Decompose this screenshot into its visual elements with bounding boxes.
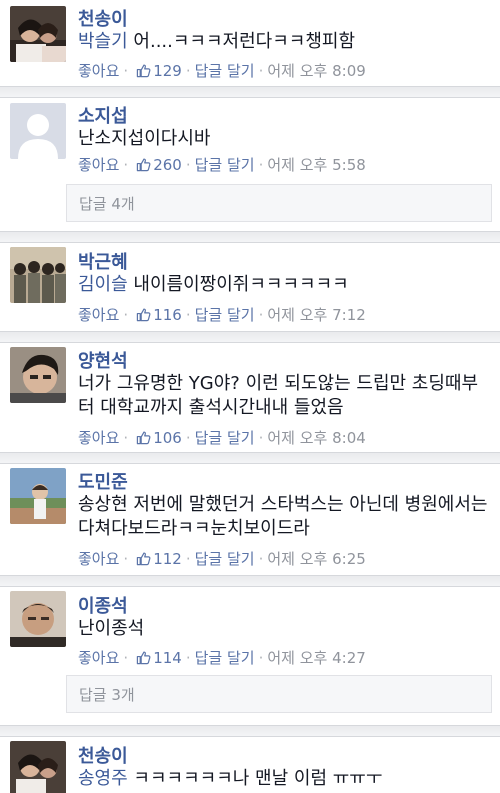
timestamp: 어제 오후 4:27 [267,649,366,667]
comment-text: 김이슬 내이름이짱이쥐ㅋㅋㅋㅋㅋㅋ [78,274,349,295]
comment-text: 난소지섭이다시바 [78,128,211,149]
timestamp: 어제 오후 8:04 [267,429,366,447]
reply-link[interactable]: 답글 달기 [195,647,255,668]
reply-link[interactable]: 답글 달기 [195,60,255,81]
comment-item: 이종석 난이종석 좋아요 · 114 · 답글 달기 · 어제 오후 4:27 … [0,587,500,725]
timestamp: 어제 오후 7:12 [267,306,366,324]
avatar[interactable] [10,103,66,159]
like-link[interactable]: 좋아요 [78,304,119,325]
comment-text: 너가 그유명한 YG야? 이런 되도않는 드립만 초딩때부터 대학교까지 출석시… [78,373,479,418]
like-count[interactable]: 114 [153,649,182,667]
comment-item: 박근혜 김이슬 내이름이짱이쥐ㅋㅋㅋㅋㅋㅋ 좋아요 · 116 · 답글 달기 … [0,243,500,333]
commenter-name[interactable]: 천송이 [78,5,128,31]
comment-text: 송상현 저번에 말했던거 스타벅스는 아닌데 병원에서는 다쳐다보드라ㅋㅋ눈치보… [78,494,488,539]
replies-count-label: 답글 3개 [79,686,135,704]
commenter-name[interactable]: 양현석 [78,347,128,373]
comment-item: 소지섭 난소지섭이다시바 좋아요 · 260 · 답글 달기 · 어제 오후 5… [0,98,500,233]
avatar[interactable] [10,247,66,303]
thumb-up-icon [136,63,151,78]
commenter-name[interactable]: 박근혜 [78,248,128,274]
view-replies-button[interactable]: 답글 3개 [66,675,492,713]
reply-link[interactable]: 답글 달기 [195,154,255,175]
like-count[interactable]: 106 [153,429,182,447]
timestamp: 어제 오후 8:09 [267,62,366,80]
comment-meta: 좋아요 · 106 · 답글 달기 · 어제 오후 8:04 [78,427,366,448]
like-link[interactable]: 좋아요 [78,60,119,81]
thumb-up-icon [136,551,151,566]
avatar[interactable] [10,468,66,524]
avatar[interactable] [10,741,66,793]
thumb-up-icon [136,157,151,172]
commenter-name[interactable]: 도민준 [78,468,128,494]
like-count[interactable]: 112 [153,550,182,568]
comment-meta: 좋아요 · 114 · 답글 달기 · 어제 오후 4:27 [78,647,366,668]
comment-item: 천송이 박슬기 어....ㅋㅋㅋ저런다ㅋㅋ챙피함 좋아요 · 129 · 답글 … [0,0,500,88]
comment-feed: 천송이 박슬기 어....ㅋㅋㅋ저런다ㅋㅋ챙피함 좋아요 · 129 · 답글 … [0,0,500,793]
replies-count-label: 답글 4개 [79,195,135,213]
tagged-friend[interactable]: 박슬기 [78,31,128,52]
timestamp: 어제 오후 5:58 [267,156,366,174]
like-link[interactable]: 좋아요 [78,427,119,448]
avatar[interactable] [10,6,66,62]
thumb-up-icon [136,650,151,665]
tagged-friend[interactable]: 송영주 [78,768,128,789]
comment-text: 난이종석 [78,618,145,639]
commenter-name[interactable]: 천송이 [78,742,128,768]
comment-divider [0,331,500,343]
comment-meta: 좋아요 · 112 · 답글 달기 · 어제 오후 6:25 [78,548,366,569]
commenter-name[interactable]: 소지섭 [78,102,128,128]
comment-meta: 좋아요 · 129 · 답글 달기 · 어제 오후 8:09 [78,60,366,81]
comment-text: 송영주 ㅋㅋㅋㅋㅋㅋ나 맨날 이럼 ㅠㅠㅜ [78,768,383,789]
reply-link[interactable]: 답글 달기 [195,304,255,325]
comment-meta: 좋아요 · 116 · 답글 달기 · 어제 오후 7:12 [78,304,366,325]
comment-divider [0,452,500,464]
like-link[interactable]: 좋아요 [78,548,119,569]
comment-divider [0,231,500,243]
comment-item: 천송이 송영주 ㅋㅋㅋㅋㅋㅋ나 맨날 이럼 ㅠㅠㅜ [0,737,500,793]
avatar[interactable] [10,591,66,647]
like-link[interactable]: 좋아요 [78,154,119,175]
like-count[interactable]: 129 [153,62,182,80]
avatar[interactable] [10,347,66,403]
like-count[interactable]: 116 [153,306,182,324]
default-profile-icon [10,103,66,159]
reply-link[interactable]: 답글 달기 [195,548,255,569]
comment-divider [0,86,500,98]
comment-item: 도민준 송상현 저번에 말했던거 스타벅스는 아닌데 병원에서는 다쳐다보드라ㅋ… [0,464,500,576]
comment-divider [0,575,500,587]
thumb-up-icon [136,307,151,322]
comment-divider [0,725,500,737]
comment-meta: 좋아요 · 260 · 답글 달기 · 어제 오후 5:58 [78,154,366,175]
thumb-up-icon [136,430,151,445]
comment-item: 양현석 너가 그유명한 YG야? 이런 되도않는 드립만 초딩때부터 대학교까지… [0,343,500,453]
like-link[interactable]: 좋아요 [78,647,119,668]
reply-link[interactable]: 답글 달기 [195,427,255,448]
tagged-friend[interactable]: 김이슬 [78,274,128,295]
like-count[interactable]: 260 [153,156,182,174]
view-replies-button[interactable]: 답글 4개 [66,184,492,222]
commenter-name[interactable]: 이종석 [78,592,128,618]
timestamp: 어제 오후 6:25 [267,550,366,568]
comment-text: 박슬기 어....ㅋㅋㅋ저런다ㅋㅋ챙피함 [78,31,356,52]
